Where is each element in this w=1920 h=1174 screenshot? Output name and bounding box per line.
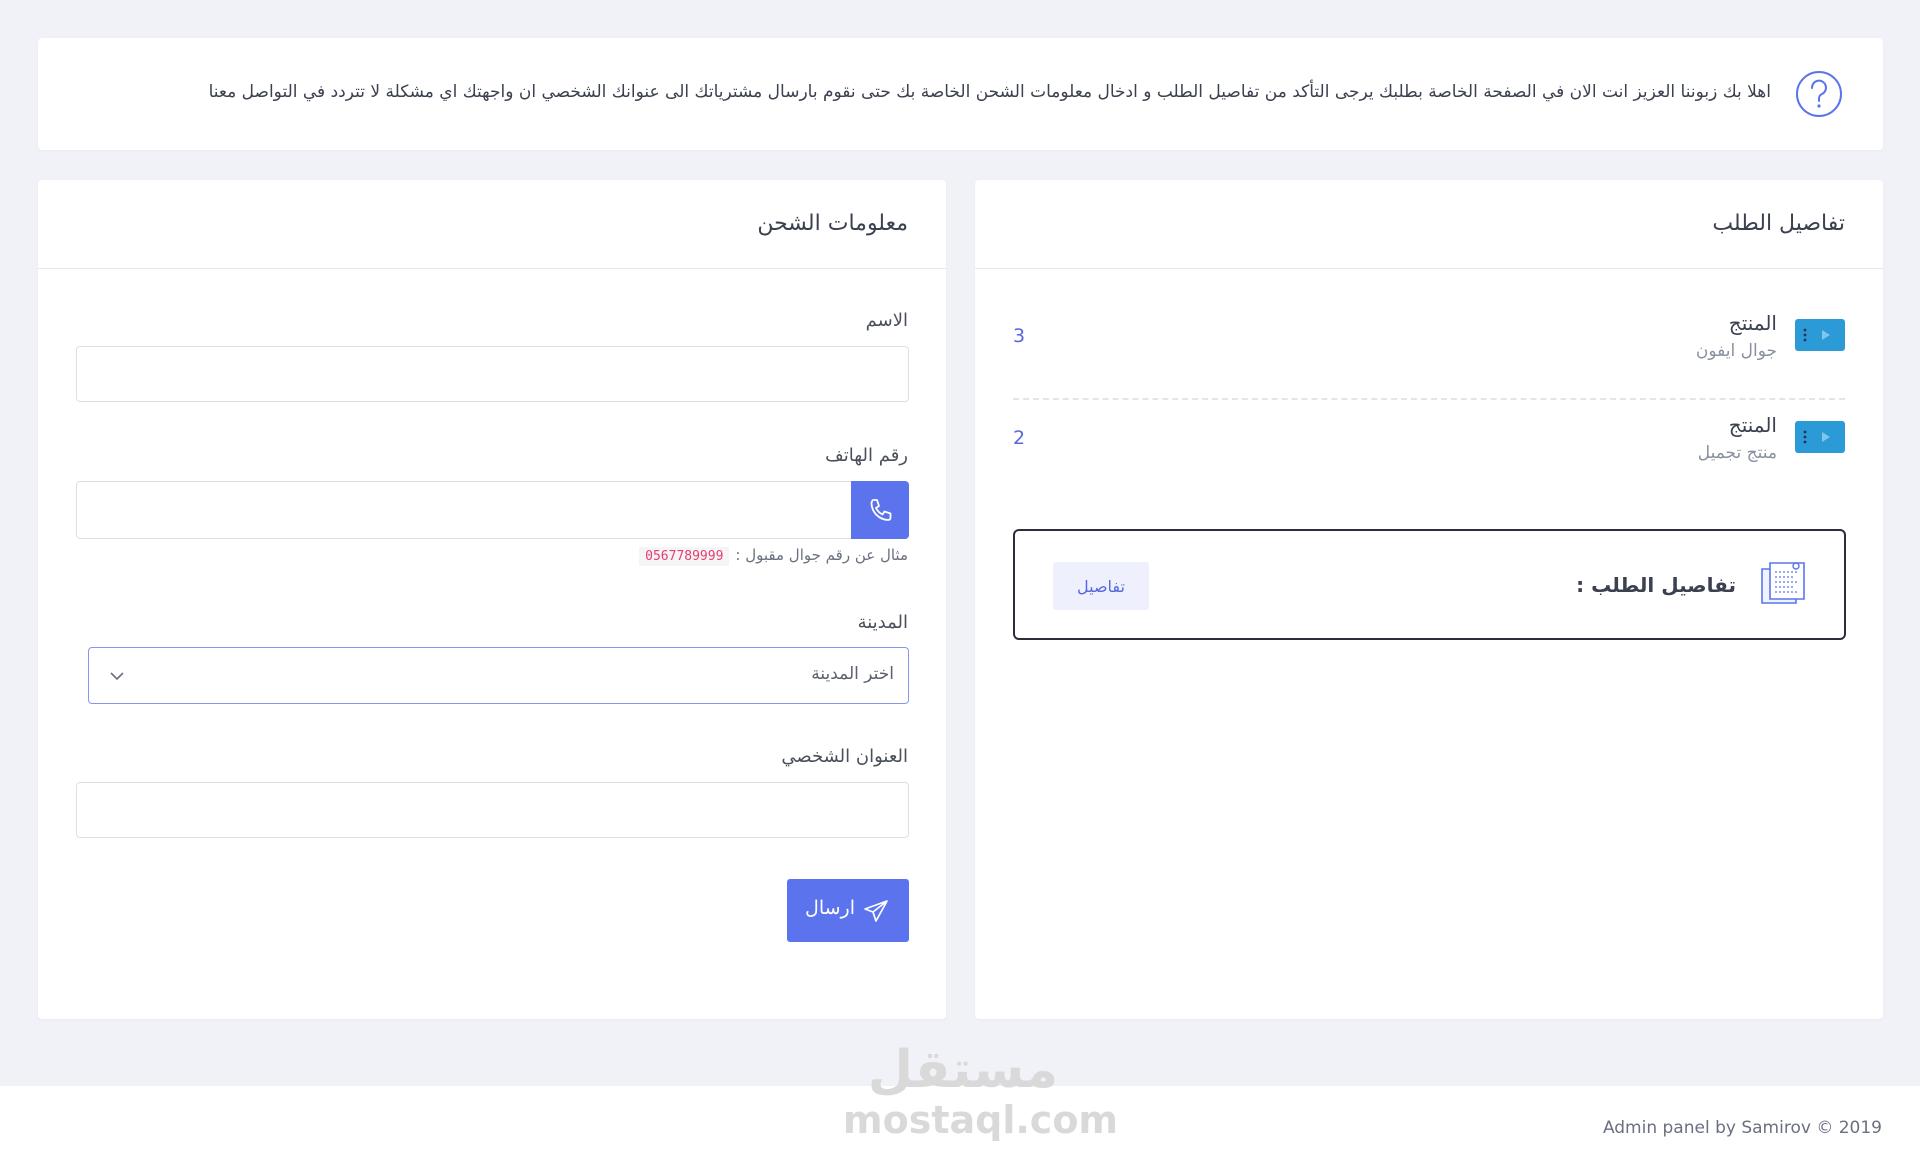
chevron-down-icon bbox=[110, 672, 124, 681]
name-label: الاسم bbox=[865, 310, 908, 331]
details-button[interactable]: تفاصيل bbox=[1053, 562, 1149, 610]
summary-title: تفاصيل الطلب : bbox=[1576, 573, 1736, 597]
address-field[interactable] bbox=[76, 782, 909, 838]
tag-icon bbox=[1795, 421, 1845, 453]
item-divider bbox=[1013, 398, 1845, 400]
watermark: مستقل mostaql.com bbox=[843, 1040, 1119, 1142]
item-quantity: 3 bbox=[1013, 325, 1026, 347]
order-item: المنتج منتج تجميل 2 bbox=[1013, 409, 1845, 489]
name-field[interactable] bbox=[76, 346, 909, 402]
watermark-arabic: مستقل bbox=[867, 1040, 1059, 1100]
paper-plane-icon bbox=[864, 900, 888, 922]
phone-addon bbox=[851, 481, 909, 539]
tag-icon bbox=[1795, 319, 1845, 351]
order-summary-box: تفاصيل الطلب : تفاصيل bbox=[1013, 529, 1846, 640]
shipping-card-title: معلومات الشحن bbox=[757, 211, 908, 236]
order-card-title: تفاصيل الطلب bbox=[1712, 211, 1845, 236]
city-label: المدينة bbox=[857, 612, 908, 633]
question-circle-icon bbox=[1796, 71, 1842, 117]
shipping-info-card: معلومات الشحن الاسم رقم الهاتف مثال عن ر… bbox=[38, 180, 946, 1019]
city-select[interactable]: اختر المدينة bbox=[88, 647, 909, 704]
item-name: جوال ايفون bbox=[1695, 341, 1777, 361]
submit-button[interactable]: ارسال bbox=[787, 879, 909, 942]
phone-label: رقم الهاتف bbox=[825, 445, 908, 466]
phone-icon bbox=[870, 499, 892, 521]
shipping-card-header: معلومات الشحن bbox=[38, 180, 946, 269]
footer-copyright: Admin panel by Samirov © 2019 bbox=[1602, 1118, 1882, 1138]
order-card-header: تفاصيل الطلب bbox=[975, 180, 1883, 269]
phone-hint: مثال عن رقم جوال مقبول :0567789999 bbox=[639, 546, 908, 566]
phone-input-group bbox=[76, 481, 909, 539]
item-label: المنتج bbox=[1728, 413, 1777, 437]
submit-label: ارسال bbox=[805, 898, 855, 919]
item-name: منتج تجميل bbox=[1697, 443, 1777, 463]
address-label: العنوان الشخصي bbox=[781, 746, 908, 767]
watermark-latin: mostaql.com bbox=[843, 1098, 1119, 1142]
alert-message: اهلا بك زبوننا العزيز انت الان في الصفحة… bbox=[208, 82, 1771, 102]
item-quantity: 2 bbox=[1013, 427, 1026, 449]
item-label: المنتج bbox=[1728, 311, 1777, 335]
city-select-value: اختر المدينة bbox=[811, 664, 894, 684]
notepad-icon bbox=[1761, 562, 1805, 604]
welcome-alert: اهلا بك زبوننا العزيز انت الان في الصفحة… bbox=[38, 38, 1883, 150]
phone-field[interactable] bbox=[76, 481, 853, 539]
order-details-card: تفاصيل الطلب المنتج جوال ايفون 3 المنتج … bbox=[975, 180, 1883, 1019]
order-item: المنتج جوال ايفون 3 bbox=[1013, 307, 1845, 400]
phone-example: 0567789999 bbox=[639, 547, 730, 566]
